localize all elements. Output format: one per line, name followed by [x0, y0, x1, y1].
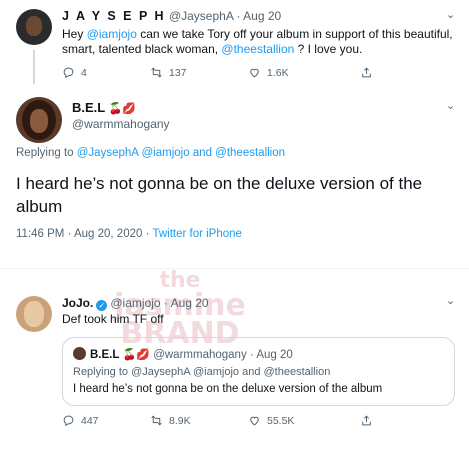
like-button[interactable]: 55.5K [248, 414, 360, 427]
chevron-down-icon[interactable]: ⌄ [446, 99, 455, 112]
tweet-date[interactable]: Aug 20 [243, 9, 281, 23]
display-name[interactable]: J A Y S E P H [62, 9, 166, 23]
handle: @warmmahogany [153, 349, 247, 361]
reply-count: 447 [81, 414, 99, 427]
handle[interactable]: @warmmahogany [72, 117, 170, 131]
avatar [73, 347, 86, 360]
tweet-bel-focused: B.E.L 🍒💋 @warmmahogany ⌄ Replying to @Ja… [0, 87, 469, 249]
avatar[interactable] [16, 9, 52, 45]
like-count: 1.6K [267, 66, 289, 79]
tweet-actions: 4 137 1.6K [62, 66, 373, 79]
reply-icon [63, 415, 74, 427]
quoted-text: I heard he’s not gonna be on the deluxe … [73, 383, 383, 395]
tweet-actions: 447 8.9K 55.5K [62, 414, 373, 427]
verified-badge-icon: ✓ [96, 300, 108, 311]
tweet-header: JoJo. ✓ @iamjojo · Aug 20 [62, 296, 209, 311]
reply-button[interactable]: 4 [62, 66, 150, 79]
like-button[interactable]: 1.6K [248, 66, 360, 79]
retweet-count: 137 [169, 66, 187, 79]
display-name: B.E.L [72, 100, 105, 115]
share-button[interactable] [360, 414, 373, 427]
name-emojis: 🍒💋 [122, 349, 150, 361]
quoted-header: B.E.L 🍒💋 @warmmahogany · Aug 20 [73, 347, 293, 361]
retweet-count: 8.9K [169, 414, 191, 427]
replying-to-link[interactable]: @JaysephA @iamjojo and @theestallion [77, 147, 285, 159]
retweet-icon [151, 415, 162, 426]
retweet-button[interactable]: 137 [150, 66, 248, 79]
share-icon [362, 415, 371, 426]
display-name[interactable]: JoJo. [62, 296, 93, 310]
reply-button[interactable]: 447 [62, 414, 150, 427]
share-icon [362, 67, 371, 78]
tweet-source[interactable]: Twitter for iPhone [152, 228, 241, 240]
tweet-jayseph[interactable]: J A Y S E P H @JaysephA · Aug 20 ⌄ Hey @… [0, 0, 469, 87]
tweet-text: I heard he’s not gonna be on the deluxe … [16, 174, 423, 216]
retweet-icon [151, 67, 162, 78]
reply-count: 4 [81, 66, 87, 79]
chevron-down-icon[interactable]: ⌄ [446, 294, 455, 307]
display-name-row[interactable]: B.E.L 🍒💋 [72, 100, 136, 115]
heart-icon [250, 416, 259, 426]
chevron-down-icon[interactable]: ⌄ [446, 8, 455, 21]
tweet-header: J A Y S E P H @JaysephA · Aug 20 [62, 9, 282, 23]
replying-to: Replying to @JaysephA @iamjojo and @thee… [73, 366, 331, 378]
replying-to: Replying to @JaysephA @iamjojo and @thee… [16, 147, 286, 159]
tweet-date: Aug 20 [256, 349, 293, 361]
quoted-tweet[interactable]: B.E.L 🍒💋 @warmmahogany · Aug 20 Replying… [62, 337, 455, 406]
tweet-date[interactable]: Aug 20 [171, 296, 209, 310]
mention-link[interactable]: @theestallion [221, 42, 294, 56]
reply-icon [63, 67, 74, 79]
tweet-timestamp[interactable]: 11:46 PM · Aug 20, 2020 [16, 228, 142, 240]
like-count: 55.5K [267, 414, 295, 427]
share-button[interactable] [360, 66, 373, 79]
mention-link[interactable]: @iamjojo [87, 27, 137, 41]
heart-icon [250, 68, 259, 78]
avatar[interactable] [16, 296, 52, 332]
retweet-button[interactable]: 8.9K [150, 414, 248, 427]
display-name: B.E.L [90, 349, 120, 361]
tweet-text: Def took him TF off [62, 312, 164, 326]
thread-connector [33, 50, 35, 84]
tweet-jojo[interactable]: JoJo. ✓ @iamjojo · Aug 20 ⌄ Def took him T… [0, 286, 469, 464]
handle[interactable]: @JaysephA [169, 9, 233, 23]
tweet-text: Hey @iamjojo can we take Tory off your a… [62, 27, 453, 56]
tweet-meta: 11:46 PM · Aug 20, 2020 · Twitter for iP… [16, 228, 242, 240]
divider [0, 268, 469, 269]
handle[interactable]: @iamjojo [110, 296, 160, 310]
name-emojis: 🍒💋 [108, 103, 137, 115]
avatar[interactable] [16, 97, 62, 143]
